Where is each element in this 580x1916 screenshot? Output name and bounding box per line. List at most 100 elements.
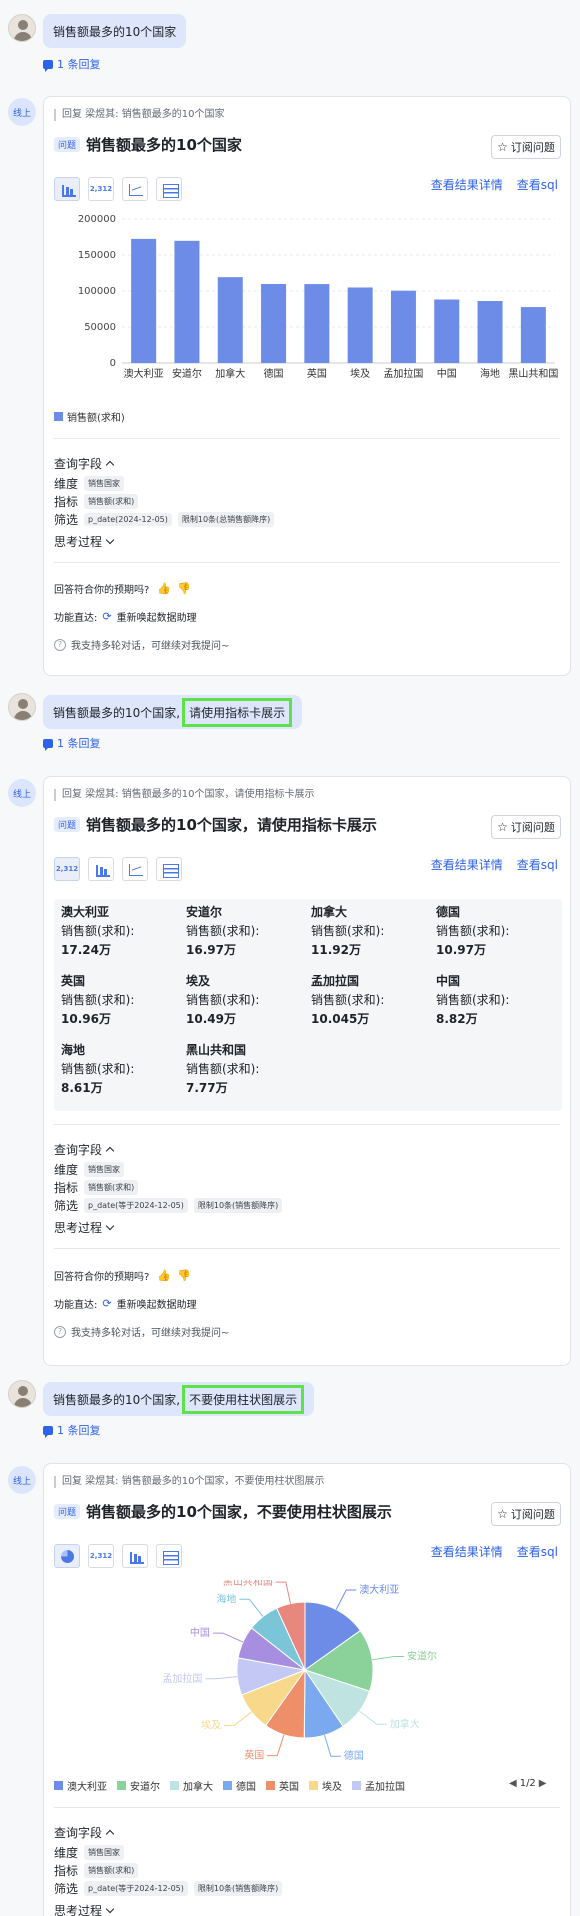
answer-card-pie: 回复 梁煜其: 销售额最多的10个国家，不要使用柱状图展示 问题 销售额最多的1… [43, 1463, 571, 1916]
metric-card-icon[interactable]: 2,312 [88, 1544, 114, 1568]
answer-title: 销售额最多的10个国家 [86, 136, 242, 154]
legend-item[interactable]: 英国 [266, 1778, 299, 1793]
view-detail-link[interactable]: 查看结果详情 [431, 176, 503, 193]
table-icon[interactable] [156, 177, 182, 201]
bar-chart-icon[interactable] [54, 177, 80, 201]
bar[interactable] [434, 299, 460, 363]
bar[interactable] [390, 290, 416, 363]
bar[interactable] [174, 240, 200, 363]
view-sql-link[interactable]: 查看sql [517, 856, 558, 873]
pager-text: 1/2 [519, 1778, 536, 1789]
bar-chart: 0 50000 100000 150000 200000 澳大利亚 安道尔 加拿大 德国 英国 埃及… [78, 214, 559, 380]
bar[interactable] [347, 287, 373, 363]
reply-count-link[interactable]: 1 条回复 [43, 56, 101, 72]
subscribe-button[interactable]: ☆ 订阅问题 [491, 1502, 561, 1526]
legend-item[interactable]: 孟加拉国 [352, 1778, 405, 1793]
metric-name: 澳大利亚 [61, 905, 110, 919]
legend-swatch [266, 1781, 275, 1790]
legend-item[interactable]: 安道尔 [117, 1778, 160, 1793]
reinvoke-assistant-link[interactable]: 重新唤起数据助理 [117, 1296, 197, 1311]
subscribe-label: 订阅问题 [510, 821, 555, 834]
pager-prev-icon[interactable]: ◀ [509, 1778, 517, 1789]
metric-label: 销售额(求和): [61, 993, 135, 1007]
function-label: 功能直达: [54, 1300, 98, 1311]
subscribe-button[interactable]: ☆ 订阅问题 [491, 135, 561, 159]
view-detail-link[interactable]: 查看结果详情 [431, 856, 503, 873]
refresh-icon: ⟳ [102, 1297, 112, 1310]
metric-card-icon[interactable]: 2,312 [88, 177, 114, 201]
reinvoke-assistant-link[interactable]: 重新唤起数据助理 [117, 609, 197, 624]
thinking-toggle[interactable]: 思考过程 [54, 533, 115, 550]
metric-label: 销售额(求和): [186, 993, 260, 1007]
metric-name: 中国 [436, 974, 461, 988]
query-fields-label: 查询字段 [54, 457, 103, 471]
pie-chart: 澳大利亚安道尔加拿大德国 英国 埃及 孟加拉国 中国 海地 黑山共和国 [162, 1580, 437, 1760]
thumb-up-icon[interactable]: 👍 [157, 582, 171, 595]
table-icon[interactable] [156, 857, 182, 881]
reply-quote: 回复 梁煜其: 销售额最多的10个国家，请使用指标卡展示 [54, 789, 314, 801]
function-shortcut: 功能直达: ⟳ 重新唤起数据助理 [54, 609, 197, 624]
legend-item[interactable]: 埃及 [309, 1778, 342, 1793]
metric-card: 澳大利亚 销售额(求和): 17.24万 [61, 903, 181, 960]
thumb-down-icon[interactable]: 👎 [177, 582, 191, 595]
pie-chart-icon[interactable] [54, 1544, 80, 1568]
query-fields-toggle[interactable]: 查询字段 [54, 455, 115, 472]
bar[interactable] [304, 284, 330, 363]
bar[interactable] [261, 284, 287, 363]
bar[interactable] [131, 238, 157, 363]
metric-value: 10.49万 [186, 1012, 236, 1026]
question-tag: 问题 [54, 1504, 81, 1519]
reply-count-link[interactable]: 1 条回复 [43, 1422, 101, 1438]
thinking-toggle[interactable]: 思考过程 [54, 1902, 115, 1916]
user-question-bubble: 销售额最多的10个国家 [43, 14, 187, 48]
view-sql-link[interactable]: 查看sql [517, 1543, 558, 1560]
metric-row: 指标 销售额(求和) [54, 1862, 139, 1879]
filter-tag: 限制10条(销售额降序) [193, 1881, 283, 1896]
reply-count-text: 1 条回复 [57, 58, 101, 71]
hint-text: 我支持多轮对话，可继续对我提问~ [71, 1328, 230, 1339]
metric-card: 安道尔 销售额(求和): 16.97万 [186, 903, 306, 960]
pager-next-icon[interactable]: ▶ [539, 1778, 547, 1789]
pie-slice-label: 安道尔 [407, 1650, 437, 1663]
pie-label-line [335, 1589, 357, 1610]
view-sql-link[interactable]: 查看sql [517, 176, 558, 193]
table-icon[interactable] [156, 1544, 182, 1568]
metric-label: 销售额(求和): [311, 924, 385, 938]
reply-count-text: 1 条回复 [57, 1424, 101, 1437]
legend-item[interactable]: 德国 [223, 1778, 256, 1793]
query-fields-toggle[interactable]: 查询字段 [54, 1141, 115, 1158]
filter-tag: 限制10条(销售额降序) [193, 1198, 283, 1213]
metric-name: 孟加拉国 [311, 974, 360, 988]
legend-item[interactable]: 销售额(求和) [54, 409, 125, 424]
thinking-toggle[interactable]: 思考过程 [54, 1219, 115, 1236]
bar[interactable] [520, 307, 546, 363]
subscribe-button[interactable]: ☆ 订阅问题 [491, 815, 561, 839]
metric-card: 埃及 销售额(求和): 10.49万 [186, 972, 306, 1029]
metric-row: 指标 销售额(求和) [54, 493, 139, 510]
dimension-tag: 销售国家 [84, 1845, 125, 1860]
y-tick-label: 50000 [84, 322, 116, 333]
chevron-up-icon [105, 1146, 115, 1156]
bar[interactable] [477, 301, 503, 363]
bar[interactable] [217, 277, 243, 363]
legend-label: 澳大利亚 [67, 1782, 107, 1793]
pie-label-line [212, 1632, 244, 1643]
legend-item[interactable]: 加拿大 [170, 1778, 213, 1793]
line-chart-icon[interactable] [122, 177, 148, 201]
divider [54, 438, 560, 439]
thumb-down-icon[interactable]: 👎 [177, 1269, 191, 1282]
bar-chart-icon[interactable] [122, 1544, 148, 1568]
pie-label-line [205, 1676, 238, 1680]
bar-chart-icon[interactable] [88, 857, 114, 881]
legend-item[interactable]: 澳大利亚 [54, 1778, 107, 1793]
metric-card: 海地 销售额(求和): 8.61万 [61, 1041, 181, 1098]
metric-card-icon[interactable]: 2,312 [54, 857, 80, 881]
thinking-label: 思考过程 [54, 1221, 103, 1235]
thumb-up-icon[interactable]: 👍 [157, 1269, 171, 1282]
line-chart-icon[interactable] [122, 857, 148, 881]
dimension-row: 维度 销售国家 [54, 1161, 125, 1178]
metric-card: 德国 销售额(求和): 10.97万 [436, 903, 556, 960]
reply-count-link[interactable]: 1 条回复 [43, 735, 101, 751]
view-detail-link[interactable]: 查看结果详情 [431, 1543, 503, 1560]
query-fields-toggle[interactable]: 查询字段 [54, 1824, 115, 1841]
